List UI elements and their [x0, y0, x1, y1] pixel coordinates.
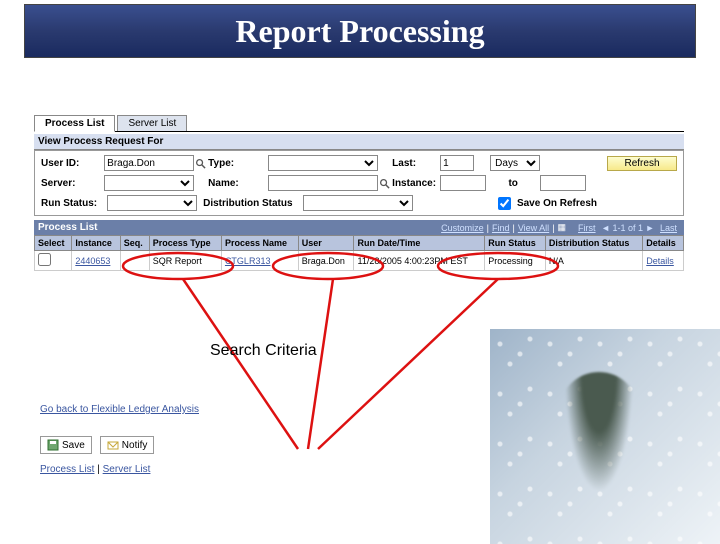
col-instance[interactable]: Instance — [72, 236, 120, 251]
annotation-label: Search Criteria — [210, 342, 317, 360]
save-icon — [47, 439, 59, 451]
footer-links: Process List | Server List — [40, 464, 150, 475]
notify-button[interactable]: Notify — [100, 436, 155, 454]
col-details[interactable]: Details — [643, 236, 684, 251]
search-criteria: User ID: Type: Last: Days Refresh Server… — [34, 150, 684, 216]
user-id-lookup-icon[interactable] — [194, 157, 206, 169]
col-run-status[interactable]: Run Status — [485, 236, 546, 251]
last-value-input[interactable] — [440, 155, 474, 171]
save-button-label: Save — [62, 440, 85, 451]
instance-label: Instance: — [392, 178, 440, 189]
server-select[interactable] — [104, 175, 194, 191]
cell-details-link[interactable]: Details — [646, 256, 674, 266]
cell-seq — [120, 251, 149, 271]
table-row: 2440653 SQR Report CTGLR313 Braga.Don 11… — [35, 251, 684, 271]
sheet-icon[interactable]: ▦ — [558, 222, 567, 233]
col-run-dt[interactable]: Run Date/Time — [354, 236, 485, 251]
dist-status-select[interactable] — [303, 195, 413, 211]
name-lookup-icon[interactable] — [378, 177, 390, 189]
footer-server-list-link[interactable]: Server List — [103, 464, 151, 475]
decorative-winter-image — [490, 329, 720, 544]
tab-process-list[interactable]: Process List — [34, 115, 115, 132]
footer-process-list-link[interactable]: Process List — [40, 464, 94, 475]
section-view-for: View Process Request For — [34, 134, 684, 150]
save-button[interactable]: Save — [40, 436, 92, 454]
row-select-checkbox[interactable] — [38, 253, 51, 266]
page-title: Report Processing — [235, 13, 484, 50]
name-label: Name: — [208, 178, 268, 189]
last-label: Last: — [392, 158, 440, 169]
grid-header-row: Select Instance Seq. Process Type Proces… — [35, 236, 684, 251]
first-link[interactable]: First — [578, 223, 596, 233]
cell-run-dt: 11/28/2005 4:00:23PM EST — [354, 251, 485, 271]
server-label: Server: — [41, 178, 104, 189]
customize-link[interactable]: Customize — [441, 223, 484, 233]
save-on-refresh-checkbox[interactable] — [498, 197, 511, 210]
notify-icon — [107, 439, 119, 451]
go-back-link[interactable]: Go back to Flexible Ledger Analysis — [40, 404, 199, 415]
cell-process-type: SQR Report — [149, 251, 221, 271]
cell-instance[interactable]: 2440653 — [75, 256, 110, 266]
instance-to-input[interactable] — [540, 175, 586, 191]
col-process-type[interactable]: Process Type — [149, 236, 221, 251]
prev-icon[interactable]: ◄ — [601, 223, 610, 233]
col-dist-status[interactable]: Distribution Status — [545, 236, 642, 251]
user-id-label: User ID: — [41, 158, 104, 169]
refresh-button[interactable]: Refresh — [607, 156, 677, 171]
cell-dist-status: N/A — [545, 251, 642, 271]
instance-from-input[interactable] — [440, 175, 486, 191]
type-label: Type: — [208, 158, 268, 169]
type-select[interactable] — [268, 155, 378, 171]
name-input[interactable] — [268, 175, 378, 191]
view-all-link[interactable]: View All — [518, 223, 549, 233]
last-link[interactable]: Last — [660, 223, 677, 233]
process-list-bar: Process List Customize | Find | View All… — [34, 220, 684, 235]
footer-buttons: Save Notify — [40, 436, 154, 454]
title-banner: Report Processing — [24, 4, 696, 58]
save-on-refresh-label: Save On Refresh — [517, 198, 601, 209]
next-icon[interactable]: ► — [646, 223, 655, 233]
to-label: to — [490, 178, 540, 189]
col-process-name[interactable]: Process Name — [221, 236, 298, 251]
last-unit-select[interactable]: Days — [490, 155, 540, 171]
cell-user: Braga.Don — [298, 251, 354, 271]
run-status-label: Run Status: — [41, 198, 101, 209]
cell-run-status: Processing — [485, 251, 546, 271]
col-seq[interactable]: Seq. — [120, 236, 149, 251]
col-select[interactable]: Select — [35, 236, 72, 251]
notify-button-label: Notify — [122, 440, 148, 451]
app-panel: Process List Server List View Process Re… — [34, 114, 684, 271]
tab-strip: Process List Server List — [34, 114, 684, 132]
cell-process-name[interactable]: CTGLR313 — [225, 256, 271, 266]
col-user[interactable]: User — [298, 236, 354, 251]
range-text: 1-1 of 1 — [613, 223, 644, 233]
find-link[interactable]: Find — [492, 223, 510, 233]
dist-status-label: Distribution Status — [203, 198, 296, 209]
user-id-input[interactable] — [104, 155, 194, 171]
tab-server-list[interactable]: Server List — [117, 115, 187, 131]
process-list-title: Process List — [38, 222, 97, 233]
run-status-select[interactable] — [107, 195, 197, 211]
process-grid: Select Instance Seq. Process Type Proces… — [34, 235, 684, 271]
